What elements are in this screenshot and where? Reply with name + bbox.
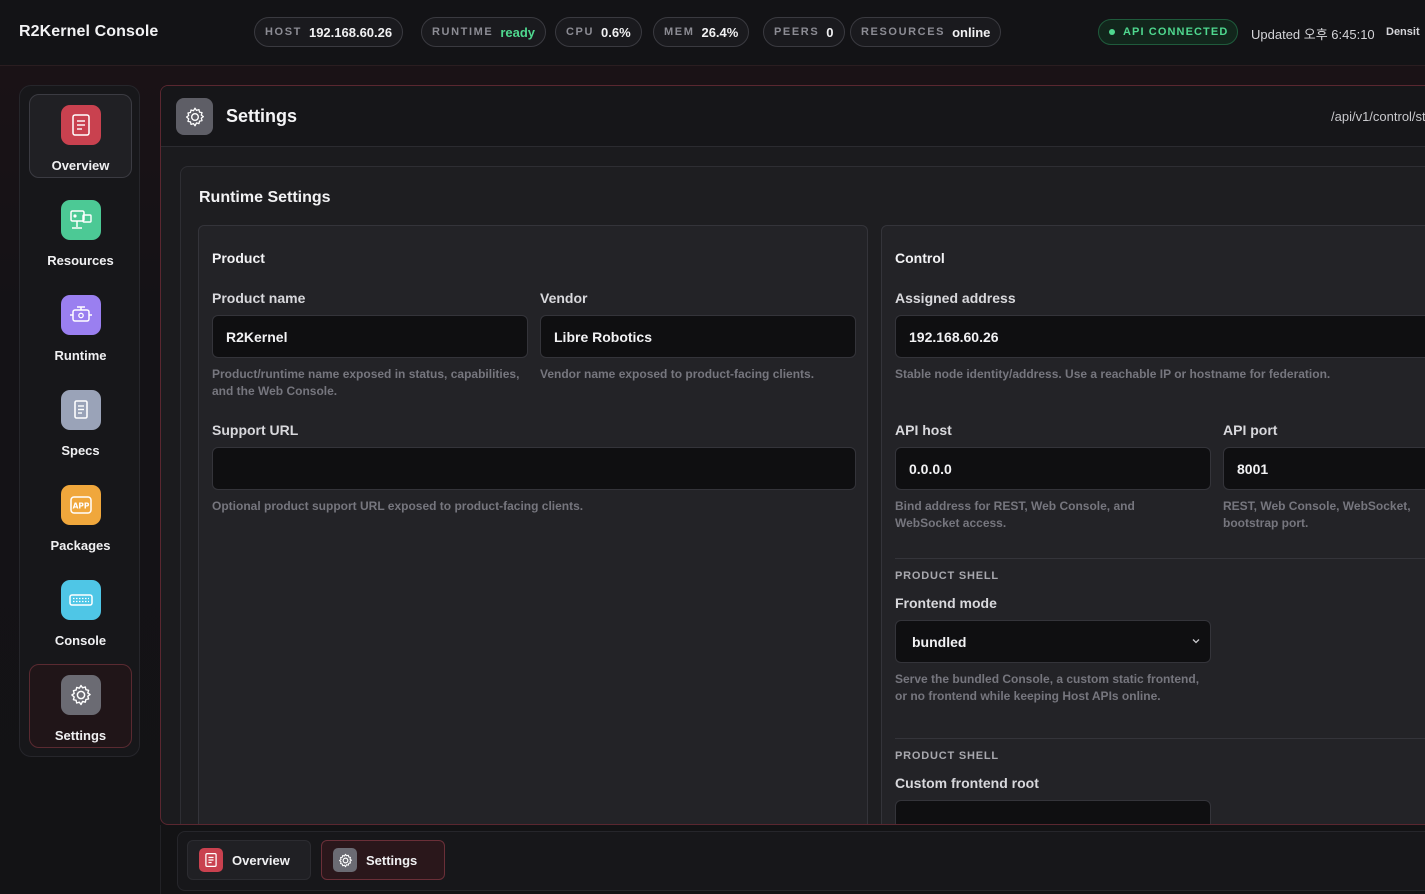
density-toggle[interactable]: Densit <box>1386 26 1420 38</box>
sidebar-item-label: Console <box>54 633 107 648</box>
section-title: Product <box>212 250 265 266</box>
sidebar: Overview Resources Runtime Specs APP Pac… <box>19 85 140 757</box>
sidebar-item-label: Resources <box>47 253 114 268</box>
console-keyboard-icon <box>60 580 101 620</box>
app-title: R2Kernel Console <box>19 23 159 40</box>
runtime-chip: RUNTIME ready <box>421 17 547 47</box>
chip-value: 26.4% <box>701 24 739 40</box>
sidebar-item-runtime[interactable]: Runtime <box>29 284 132 368</box>
overview-doc-icon <box>60 105 101 145</box>
gear-icon <box>176 98 213 135</box>
status-dot-icon <box>1109 29 1115 35</box>
sidebar-item-label: Packages <box>50 538 111 553</box>
resources-chip: RESOURCES online <box>850 17 1002 47</box>
section-title: Control <box>895 250 945 266</box>
product-name-input[interactable] <box>212 315 528 358</box>
api-status-text: API CONNECTED <box>1123 26 1229 38</box>
sidebar-item-label: Overview <box>51 158 110 173</box>
sidebar-item-resources[interactable]: Resources <box>29 189 132 273</box>
sidebar-item-label: Runtime <box>54 348 107 363</box>
dock-tab-bar: Overview Settings <box>177 831 1425 891</box>
bottom-dock: Overview Settings <box>160 825 1425 894</box>
sidebar-item-settings[interactable]: Settings <box>29 664 132 748</box>
settings-panel: Settings /api/v1/control/st Runtime Sett… <box>160 85 1425 825</box>
frontend-mode-select[interactable]: bundled <box>895 620 1211 663</box>
dock-tab-label: Settings <box>366 852 418 868</box>
custom-frontend-root-label: Custom frontend root <box>895 775 1039 791</box>
svg-text:APP: APP <box>72 502 89 511</box>
updated-timestamp: Updated 오후 6:45:10 <box>1251 27 1375 42</box>
vendor-help: Vendor name exposed to product-facing cl… <box>540 367 815 381</box>
frontend-mode-help: Serve the bundled Console, a custom stat… <box>895 672 1200 703</box>
chip-key: MEM <box>664 26 695 38</box>
dock-tab-overview[interactable]: Overview <box>187 840 311 880</box>
chip-key: RUNTIME <box>432 26 494 38</box>
support-url-label: Support URL <box>212 422 299 438</box>
sidebar-item-specs[interactable]: Specs <box>29 379 132 463</box>
support-url-help: Optional product support URL exposed to … <box>212 499 584 513</box>
api-endpoint-path: /api/v1/control/st <box>1331 109 1425 124</box>
card-title: Runtime Settings <box>199 189 331 206</box>
api-port-help: REST, Web Console, WebSocket, bootstrap … <box>1223 499 1411 530</box>
cpu-chip: CPU 0.6% <box>555 17 642 47</box>
runtime-settings-card: Runtime Settings Product Product name Pr… <box>180 166 1425 824</box>
chip-key: PEERS <box>774 26 820 38</box>
section-divider <box>895 738 1425 739</box>
chip-key: HOST <box>265 26 302 38</box>
peers-chip: PEERS 0 <box>763 17 845 47</box>
support-url-input[interactable] <box>212 447 856 490</box>
sidebar-item-label: Settings <box>54 728 107 743</box>
section-caption: PRODUCT SHELL <box>895 570 999 582</box>
mem-chip: MEM 26.4% <box>653 17 750 47</box>
panel-header: Settings /api/v1/control/st <box>161 86 1425 147</box>
overview-doc-icon <box>199 848 223 872</box>
assigned-address-input[interactable] <box>895 315 1425 358</box>
vendor-input[interactable] <box>540 315 856 358</box>
vendor-label: Vendor <box>540 290 588 306</box>
chip-value: ready <box>500 24 536 40</box>
sidebar-item-overview[interactable]: Overview <box>29 94 132 178</box>
specs-doc-icon <box>60 390 101 430</box>
api-port-input[interactable] <box>1223 447 1425 490</box>
page-title: Settings <box>226 106 298 126</box>
chip-value: 0.6% <box>601 24 631 40</box>
sidebar-item-packages[interactable]: APP Packages <box>29 474 132 558</box>
packages-app-icon: APP <box>60 485 101 525</box>
dock-tab-label: Overview <box>232 852 290 868</box>
runtime-engine-icon <box>60 295 101 335</box>
assigned-address-label: Assigned address <box>895 290 1016 306</box>
api-port-label: API port <box>1223 422 1278 438</box>
sidebar-item-console[interactable]: Console <box>29 569 132 653</box>
chip-key: CPU <box>566 26 595 38</box>
api-status-badge: API CONNECTED <box>1098 19 1238 45</box>
frontend-mode-label: Frontend mode <box>895 595 997 611</box>
gear-icon <box>333 848 357 872</box>
top-bar: R2Kernel Console HOST 192.168.60.26 RUNT… <box>0 0 1425 66</box>
chip-value: 0 <box>826 24 834 40</box>
section-caption: PRODUCT SHELL <box>895 750 999 762</box>
product-name-help: Product/runtime name exposed in status, … <box>212 367 520 398</box>
api-host-help: Bind address for REST, Web Console, and … <box>895 499 1135 530</box>
sidebar-item-label: Specs <box>61 443 100 458</box>
section-divider <box>895 558 1425 559</box>
chevron-down-icon <box>1190 634 1202 650</box>
gear-icon <box>60 675 101 715</box>
assigned-address-help: Stable node identity/address. Use a reac… <box>895 367 1331 381</box>
product-section: Product Product name Product/runtime nam… <box>198 225 868 824</box>
chip-key: RESOURCES <box>861 26 946 38</box>
product-name-label: Product name <box>212 290 306 306</box>
dock-tab-settings[interactable]: Settings <box>321 840 445 880</box>
frontend-mode-value: bundled <box>912 633 967 650</box>
control-section: Control Assigned address Stable node ide… <box>881 225 1425 824</box>
chip-value: online <box>952 24 991 40</box>
host-chip: HOST 192.168.60.26 <box>254 17 404 47</box>
api-host-label: API host <box>895 422 952 438</box>
api-host-input[interactable] <box>895 447 1211 490</box>
resources-network-icon <box>60 200 101 240</box>
chip-value: 192.168.60.26 <box>308 24 393 40</box>
custom-frontend-root-input[interactable] <box>895 800 1211 824</box>
